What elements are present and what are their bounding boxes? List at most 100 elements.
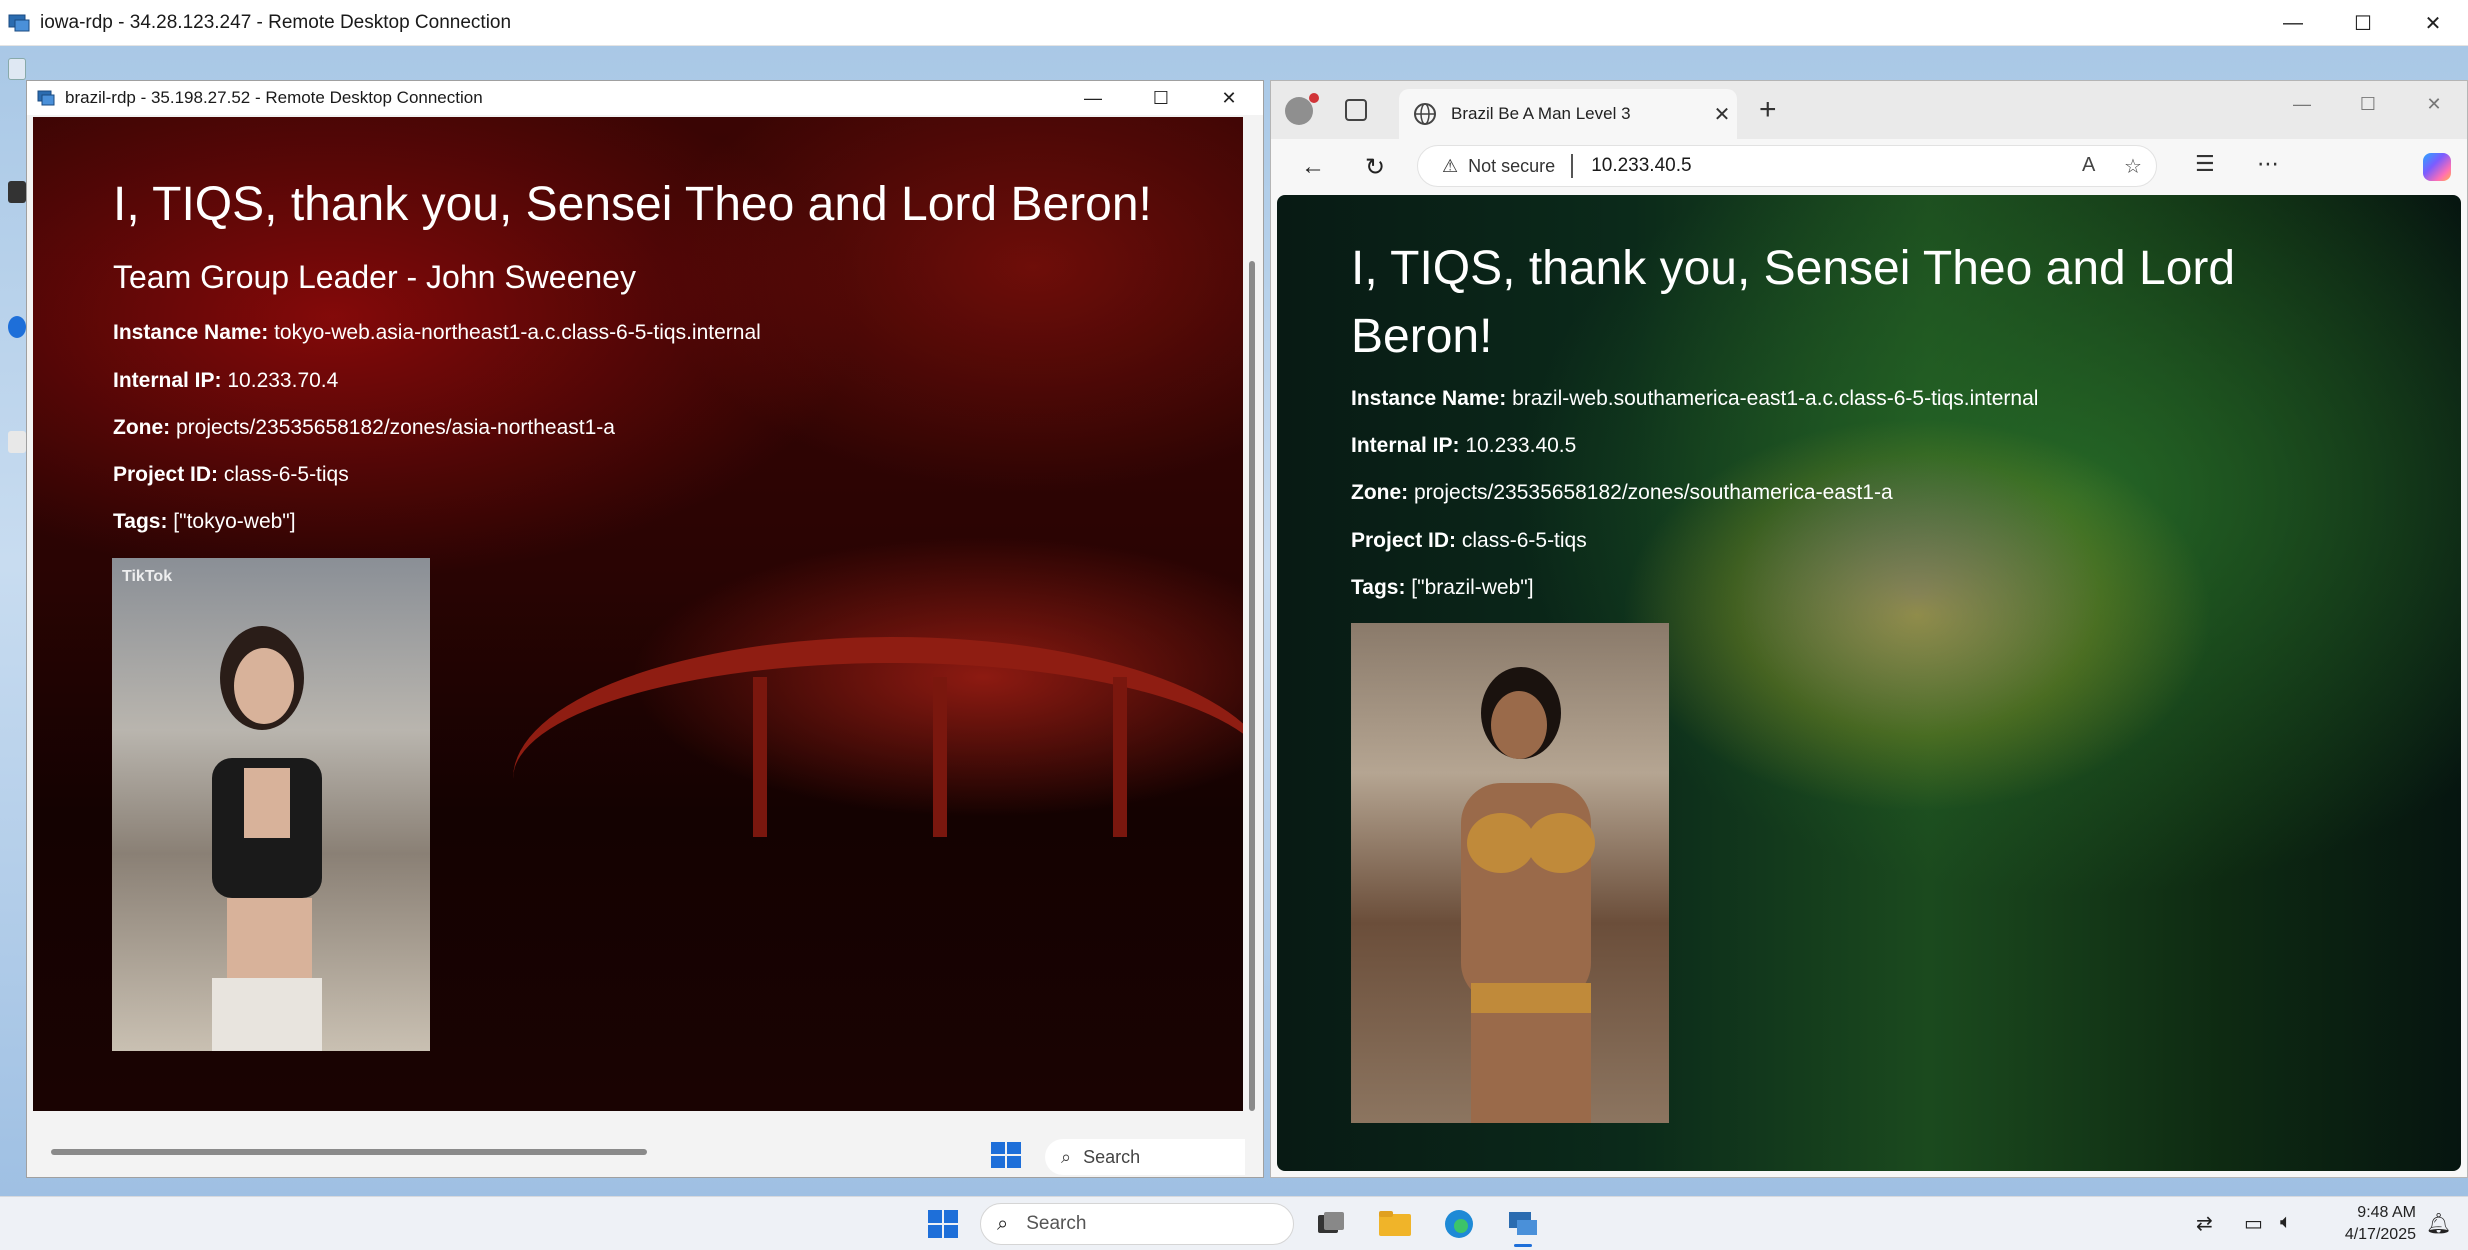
- bridge-post: [933, 677, 947, 837]
- desktop-recycle-bin-icon[interactable]: [8, 58, 26, 80]
- url-text[interactable]: 10.233.40.5: [1591, 155, 1691, 177]
- field-value: class-6-5-tiqs: [223, 463, 349, 486]
- desktop-file-icon[interactable]: [8, 431, 26, 453]
- horizontal-scrollbar[interactable]: [51, 1149, 647, 1155]
- tokyo-page-heading: I, TIQS, thank you, Sensei Theo and Lord…: [113, 178, 1152, 231]
- browser-maximize-button[interactable]: ☐: [2335, 81, 2401, 127]
- windows-taskbar: ⌕ Search ⇄ ▭ 🔈︎ 9:48 AM 4/17/2025 🔔︎: [0, 1196, 2468, 1250]
- field-label: Project ID:: [113, 463, 219, 486]
- browser-tab-bar: Brazil Be A Man Level 3 ✕ + — ☐ ✕: [1271, 81, 2467, 139]
- outer-close-button[interactable]: ✕: [2398, 0, 2468, 46]
- bridge-graphic: [513, 637, 1243, 807]
- field-value: 10.233.40.5: [1465, 434, 1577, 457]
- field-value: tokyo-web.asia-northeast1-a.c.class-6-5-…: [274, 321, 761, 344]
- volume-icon[interactable]: 🔈︎: [2280, 1211, 2292, 1234]
- favorite-star-icon[interactable]: ☆: [2124, 154, 2142, 179]
- tokyo-instance-name: Instance Name: tokyo-web.asia-northeast1…: [113, 321, 761, 345]
- field-value: ["brazil-web"]: [1411, 576, 1534, 599]
- search-icon: ⌕: [997, 1212, 1009, 1235]
- clock-date: 4/17/2025: [2344, 1226, 2416, 1243]
- task-view-icon[interactable]: [1312, 1205, 1350, 1243]
- inner-taskbar-search[interactable]: ⌕ Search: [1045, 1139, 1245, 1175]
- windows-start-icon[interactable]: [926, 1209, 960, 1239]
- outer-maximize-button[interactable]: ☐: [2328, 0, 2398, 46]
- brazil-tags: Tags: ["brazil-web"]: [1351, 576, 1534, 600]
- profile-notification-dot: [1309, 93, 1319, 103]
- taskbar-clock[interactable]: 9:48 AM 4/17/2025: [2345, 1202, 2416, 1246]
- tiktok-watermark: TikTok: [122, 568, 173, 585]
- clock-time: 9:48 AM: [2357, 1204, 2416, 1221]
- rdp-close-button[interactable]: ✕: [1195, 81, 1263, 115]
- windows-start-icon[interactable]: [989, 1141, 1023, 1169]
- copilot-icon[interactable]: [2423, 153, 2451, 181]
- tab-actions-icon[interactable]: [1345, 99, 1367, 121]
- desktop-edge-icon[interactable]: [8, 316, 26, 338]
- display-tray-icon[interactable]: ▭: [2244, 1211, 2263, 1236]
- warning-icon[interactable]: ⚠: [1442, 156, 1458, 177]
- field-label: Zone:: [1351, 481, 1409, 504]
- field-value: brazil-web.southamerica-east1-a.c.class-…: [1512, 387, 2039, 410]
- file-explorer-icon[interactable]: [1376, 1205, 1414, 1243]
- rdp-bottom-area: ⌕ Search: [27, 1111, 1263, 1177]
- remote-desktop-icon: [8, 14, 30, 31]
- tab-title: Brazil Be A Man Level 3: [1451, 104, 1631, 123]
- remote-desktop-taskbar-icon[interactable]: [1504, 1205, 1542, 1247]
- address-separator: [1571, 154, 1574, 178]
- field-value: class-6-5-tiqs: [1461, 529, 1587, 552]
- brazil-rdp-title: brazil-rdp - 35.198.27.52 - Remote Deskt…: [65, 88, 483, 107]
- field-value: projects/23535658182/zones/asia-northeas…: [176, 416, 615, 439]
- vertical-scrollbar[interactable]: [1249, 261, 1255, 1111]
- brazil-web-page: I, TIQS, thank you, Sensei Theo and Lord…: [1277, 195, 2461, 1171]
- edge-browser-window: Brazil Be A Man Level 3 ✕ + — ☐ ✕ ← ↻ ⚠ …: [1270, 80, 2468, 1178]
- person-photo: [1461, 667, 1595, 1123]
- profile-avatar[interactable]: [1285, 97, 1313, 125]
- security-label[interactable]: Not secure: [1468, 156, 1555, 177]
- more-options-icon[interactable]: ⋯: [2257, 151, 2279, 177]
- field-label: Instance Name:: [113, 321, 269, 344]
- desktop-app-icon[interactable]: [8, 181, 26, 203]
- read-aloud-icon[interactable]: A: [2082, 154, 2095, 177]
- rdp-minimize-button[interactable]: —: [1059, 81, 1127, 115]
- outer-rdp-titlebar[interactable]: iowa-rdp - 34.28.123.247 - Remote Deskto…: [0, 0, 2468, 46]
- brazil-zone: Zone: projects/23535658182/zones/southam…: [1351, 481, 1893, 505]
- brazil-page-heading: I, TIQS, thank you, Sensei Theo and Lord…: [1351, 242, 2236, 363]
- brazil-rdp-titlebar[interactable]: brazil-rdp - 35.198.27.52 - Remote Deskt…: [27, 81, 1263, 115]
- field-label: Tags:: [113, 510, 168, 533]
- notifications-icon[interactable]: 🔔︎: [2426, 1211, 2451, 1236]
- outer-minimize-button[interactable]: —: [2258, 0, 2328, 46]
- tokyo-tags: Tags: ["tokyo-web"]: [113, 510, 296, 534]
- field-label: Instance Name:: [1351, 387, 1507, 410]
- bridge-post: [1113, 677, 1127, 837]
- edge-browser-icon[interactable]: [1440, 1205, 1478, 1243]
- field-label: Internal IP:: [1351, 434, 1460, 457]
- outer-window-title: iowa-rdp - 34.28.123.247 - Remote Deskto…: [40, 11, 512, 33]
- tokyo-internal-ip: Internal IP: 10.233.70.4: [113, 369, 338, 393]
- inner-search-label: Search: [1083, 1146, 1141, 1167]
- browser-minimize-button[interactable]: —: [2269, 81, 2335, 127]
- field-value: ["tokyo-web"]: [173, 510, 296, 533]
- taskbar-search[interactable]: ⌕ Search: [980, 1203, 1294, 1245]
- brazil-internal-ip: Internal IP: 10.233.40.5: [1351, 434, 1576, 458]
- tab-close-icon[interactable]: ✕: [1707, 102, 1737, 127]
- refresh-icon[interactable]: ↻: [1357, 149, 1393, 185]
- back-icon[interactable]: ←: [1295, 149, 1331, 185]
- field-label: Project ID:: [1351, 529, 1457, 552]
- field-value: projects/23535658182/zones/southamerica-…: [1414, 481, 1893, 504]
- rdp-maximize-button[interactable]: ☐: [1127, 81, 1195, 115]
- bridge-post: [753, 677, 767, 837]
- tokyo-web-page: I, TIQS, thank you, Sensei Theo and Lord…: [33, 117, 1243, 1112]
- tab-brazil[interactable]: Brazil Be A Man Level 3 ✕: [1399, 89, 1737, 139]
- browser-close-button[interactable]: ✕: [2401, 81, 2467, 127]
- address-bar[interactable]: ⚠ Not secure 10.233.40.5 A ☆: [1417, 145, 2157, 187]
- browser-toolbar: ← ↻ ⚠ Not secure 10.233.40.5 A ☆ ☰ ⋯: [1271, 139, 2467, 193]
- tokyo-zone: Zone: projects/23535658182/zones/asia-no…: [113, 416, 615, 440]
- tokyo-page-image: TikTok: [112, 558, 430, 1051]
- network-tray-icon[interactable]: ⇄: [2196, 1211, 2213, 1236]
- tokyo-project-id: Project ID: class-6-5-tiqs: [113, 463, 349, 487]
- tokyo-page-subheading: Team Group Leader - John Sweeney: [113, 259, 636, 295]
- favorites-icon[interactable]: ☰: [2195, 151, 2215, 177]
- new-tab-button[interactable]: +: [1759, 95, 1777, 125]
- field-label: Tags:: [1351, 576, 1406, 599]
- brazil-project-id: Project ID: class-6-5-tiqs: [1351, 529, 1587, 553]
- field-value: 10.233.70.4: [227, 369, 339, 392]
